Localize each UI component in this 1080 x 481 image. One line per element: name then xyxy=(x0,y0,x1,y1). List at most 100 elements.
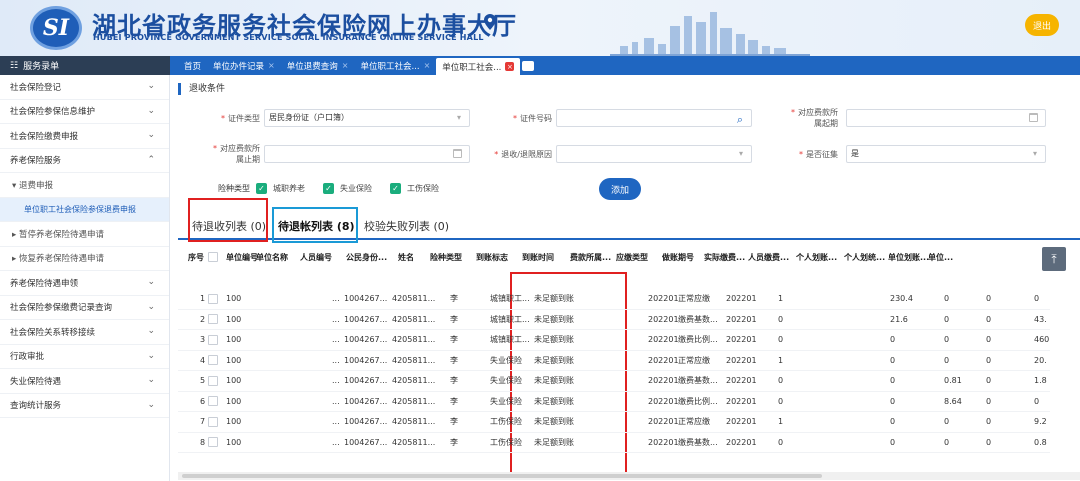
table-row[interactable]: 5 100... 1004267... 4205811... 李 失业保险 未足额到账 202… xyxy=(178,371,1050,392)
table-cell: 城镇职工... xyxy=(490,294,530,304)
sidebar-item-employee-refund[interactable]: 单位职工社会保险参保退费申报 xyxy=(0,197,169,222)
chevron-down-icon: ▾ xyxy=(456,113,461,122)
levy-select[interactable]: 是 ▾ xyxy=(846,145,1046,163)
id-type-select[interactable]: 居民身份证（户口簿） ▾ xyxy=(264,109,470,127)
close-icon[interactable]: × xyxy=(424,61,431,70)
row-checkbox[interactable] xyxy=(208,330,218,350)
horizontal-scrollbar[interactable] xyxy=(178,472,1080,480)
column-header[interactable]: 公民身份... xyxy=(346,245,387,269)
column-header[interactable]: 到账标志 xyxy=(476,245,508,269)
table-cell: 202201 xyxy=(648,335,679,345)
table-cell: 0 xyxy=(890,335,896,345)
location-pin-icon[interactable] xyxy=(484,14,496,30)
table-cell: 230.4 xyxy=(890,294,913,304)
table-cell: 缴费基数... xyxy=(678,376,718,386)
tab-more-icon[interactable] xyxy=(522,60,535,71)
sidebar-item-suspend-pension[interactable]: ▸ 暂停养老保险待遇申请 xyxy=(0,222,169,247)
column-header[interactable]: 个人划统... xyxy=(844,245,885,269)
period-end-input[interactable] xyxy=(264,145,470,163)
table-cell: 未足额到账 xyxy=(534,376,574,386)
row-checkbox[interactable] xyxy=(208,351,218,371)
sidebar-item-unemployment[interactable]: 失业保险待遇 ⌄ xyxy=(0,369,169,394)
table-cell: 202201 xyxy=(648,437,679,447)
insurance-option-unemployment: 失业保险 xyxy=(340,183,372,193)
logout-button[interactable]: 退出 xyxy=(1025,14,1059,36)
table-cell: 4205811... xyxy=(392,355,436,365)
tab-unit-records[interactable]: 单位办件记录 × xyxy=(207,56,281,75)
levy-value: 是 xyxy=(851,149,859,158)
service-menu-header[interactable]: ☷ 服务录单 xyxy=(0,56,170,75)
column-header[interactable]: 序号 xyxy=(188,245,204,269)
sidebar-item-admin-approval[interactable]: 行政审批 ⌄ xyxy=(0,345,169,369)
row-checkbox[interactable] xyxy=(208,433,218,453)
select-all-checkbox[interactable] xyxy=(208,245,218,269)
table-row[interactable]: 6 100... 1004267... 4205811... 李 失业保险 未足额到账 202… xyxy=(178,392,1050,412)
table-cell: ... xyxy=(332,294,340,304)
column-header[interactable]: 个人划账... xyxy=(796,245,837,269)
calendar-icon[interactable] xyxy=(1029,113,1038,122)
column-header[interactable]: 单位编号 xyxy=(226,245,258,269)
column-header[interactable]: 单位名称 xyxy=(256,245,288,269)
checkbox-checked-icon[interactable]: ✓ xyxy=(256,182,267,194)
column-header[interactable]: 人员编号 xyxy=(300,245,332,269)
sidebar-item-info-maintenance[interactable]: 社会保险参保信息维护 ⌄ xyxy=(0,100,169,124)
column-header[interactable]: 应缴类型 xyxy=(616,245,648,269)
sidebar-item-payment-declaration[interactable]: 社会保险缴费申报 ⌄ xyxy=(0,124,169,149)
sidebar-item-pension-service[interactable]: 养老保险服务 ⌃ xyxy=(0,149,169,173)
table-cell: 李 xyxy=(450,417,458,427)
sidebar-item-registration[interactable]: 社会保险登记 ⌄ xyxy=(0,75,169,100)
table-cell: ... xyxy=(332,355,340,365)
add-button[interactable]: 添加 xyxy=(599,178,641,200)
tab-employee-insurance-active[interactable]: 单位职工社会... × xyxy=(436,58,521,75)
column-header[interactable]: 姓名 xyxy=(398,245,414,269)
scroll-to-top-icon[interactable]: ⤒ xyxy=(1042,247,1066,271)
table-cell: 1004267... xyxy=(344,335,388,345)
column-header[interactable]: 人员缴费... xyxy=(748,245,789,269)
sidebar-item-pension-claim[interactable]: 养老保险待遇申领 ⌄ xyxy=(0,271,169,296)
sidebar-item-resume-pension[interactable]: ▸ 恢复养老保险待遇申请 xyxy=(0,247,169,271)
row-checkbox[interactable] xyxy=(208,392,218,412)
calendar-icon[interactable] xyxy=(453,149,462,158)
column-header[interactable]: 费款所属... xyxy=(570,245,611,269)
tab-validation-failed[interactable]: 校验失败列表 (0) xyxy=(364,218,449,234)
table-row[interactable]: 8 100... 1004267... 4205811... 李 工伤保险 未足额到账 202… xyxy=(178,433,1050,453)
table-row[interactable]: 1 100... 1004267... 4205811... 李城镇职工... 未足额到账… xyxy=(178,289,1050,310)
column-header[interactable]: 单位... xyxy=(928,245,953,269)
id-no-input[interactable]: ⌕ xyxy=(556,109,752,127)
column-header[interactable]: 险种类型 xyxy=(430,245,462,269)
close-icon[interactable]: × xyxy=(268,61,275,70)
table-row[interactable]: 7 100... 1004267... 4205811... 李工伤保险 未足额到账 202… xyxy=(178,412,1050,433)
table-row[interactable]: 3 100... 1004267... 4205811... 李 城镇职工... 未足额到账… xyxy=(178,330,1050,351)
tab-home[interactable]: 首页 xyxy=(178,56,207,75)
close-icon[interactable]: × xyxy=(505,62,515,71)
column-header[interactable]: 做账期号 xyxy=(662,245,694,269)
reason-select[interactable]: ▾ xyxy=(556,145,752,163)
table-cell: 0.81 xyxy=(944,376,962,386)
checkbox-checked-icon[interactable]: ✓ xyxy=(323,182,334,194)
sidebar-item-statistics[interactable]: 查询统计服务 ⌄ xyxy=(0,394,169,418)
page-tabs: 首页 单位办件记录 × 单位退费查询 × 单位职工社会... × 单位职工社会.… xyxy=(178,56,535,75)
chevron-down-icon: ⌄ xyxy=(147,350,155,361)
sidebar-item-label: ▸ 恢复养老保险待遇申请 xyxy=(12,254,104,265)
period-start-input[interactable] xyxy=(846,109,1046,127)
sidebar-item-payment-records[interactable]: 社会保险参保缴费记录查询 ⌄ xyxy=(0,296,169,320)
column-header[interactable]: 到账时间 xyxy=(522,245,554,269)
row-checkbox[interactable] xyxy=(208,289,218,309)
search-icon[interactable]: ⌕ xyxy=(737,112,743,128)
table-row[interactable]: 2 100... 1004267... 4205811... 李 城镇职工... 未足额到账… xyxy=(178,310,1050,330)
sidebar-item-label: 社会保险登记 xyxy=(10,82,62,93)
row-checkbox[interactable] xyxy=(208,412,218,432)
sidebar-item-transfer[interactable]: 社会保险关系转移接续 ⌄ xyxy=(0,320,169,345)
sidebar-item-refund-declaration[interactable]: ▾ 退费申报 xyxy=(0,173,169,198)
table-row[interactable]: 4 100... 1004267... 4205811... 李失业保险 未足额到账 202… xyxy=(178,351,1050,371)
tab-employee-insurance[interactable]: 单位职工社会... × xyxy=(354,56,436,75)
close-icon[interactable]: × xyxy=(342,61,349,70)
row-checkbox[interactable] xyxy=(208,310,218,330)
checkbox-checked-icon[interactable]: ✓ xyxy=(390,182,401,194)
table-cell: 1.8 xyxy=(1034,376,1047,386)
tab-refund-query[interactable]: 单位退费查询 × xyxy=(281,56,355,75)
column-header[interactable]: 单位划账... xyxy=(888,245,929,269)
column-header[interactable]: 实际缴费... xyxy=(704,245,745,269)
row-checkbox[interactable] xyxy=(208,371,218,391)
table-cell: 缴费基数... xyxy=(678,437,718,447)
